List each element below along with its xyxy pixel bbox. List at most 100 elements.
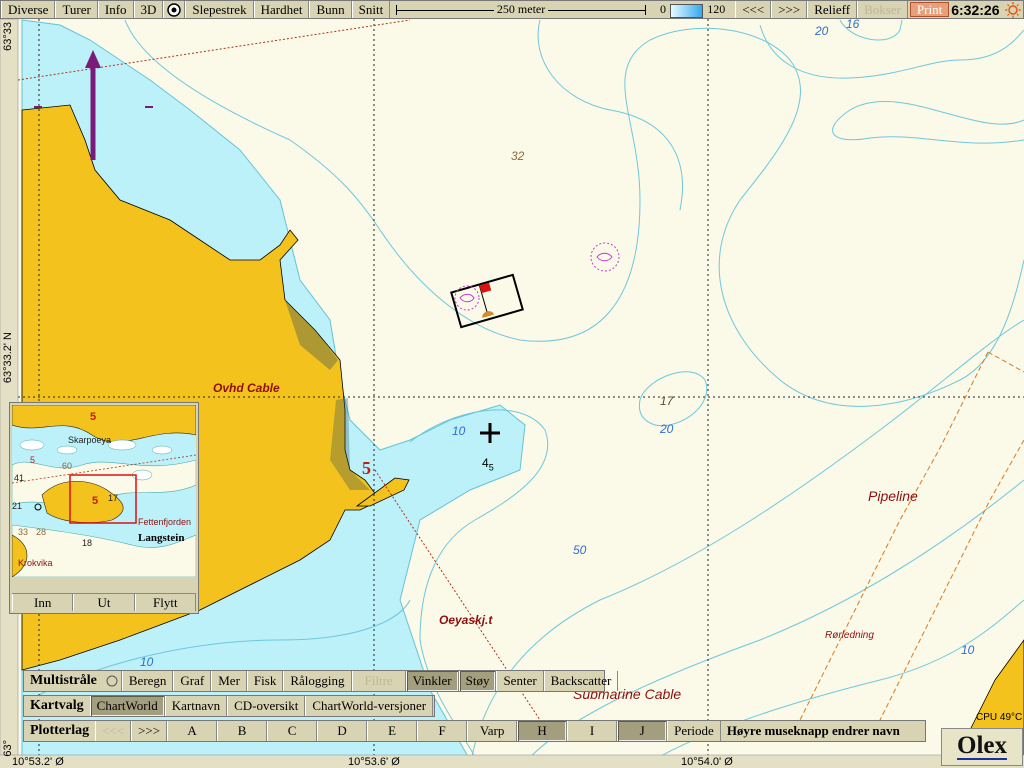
kartvalg-label: Kartvalg — [30, 698, 84, 713]
plotter-next-button[interactable]: >>> — [131, 721, 168, 741]
zoom-in-button[interactable]: Inn — [12, 594, 74, 611]
depth-scale-max: 120 — [707, 2, 726, 16]
chart-map[interactable] — [0, 0, 1024, 768]
depth-label: 17 — [660, 394, 674, 408]
multistraale-toolbar: Multistråle Beregn Graf Mer Fisk Råloggi… — [23, 670, 619, 692]
move-button[interactable]: Flytt — [134, 594, 196, 611]
overview-map-canvas[interactable] — [12, 405, 196, 577]
latitude-mid-label: 63°33.2' N — [2, 332, 14, 384]
inset-depth: 60 — [62, 461, 73, 471]
multistraale-label: Multistråle — [30, 673, 97, 688]
inset-marker-label: 5 — [92, 495, 99, 507]
layer-c-button[interactable]: C — [267, 721, 318, 741]
latitude-bottom-label: 63° — [2, 740, 14, 757]
top-toolbar: Diverse Turer Info 3D Slepestrek Hardhet… — [0, 0, 1024, 19]
multistraale-toggle-icon[interactable] — [103, 671, 122, 691]
3d-button[interactable]: 3D — [133, 1, 164, 18]
plotterlag-label: Plotterlag — [30, 723, 90, 738]
layer-e-button[interactable]: E — [367, 721, 418, 741]
nav-prev-button[interactable]: <<< — [735, 1, 772, 18]
layer-b-button[interactable]: B — [217, 721, 268, 741]
inset-marker-label: 5 — [30, 455, 36, 465]
raalogging-button[interactable]: Rålogging — [283, 671, 352, 691]
turer-button[interactable]: Turer — [55, 1, 98, 18]
sun-icon[interactable] — [1003, 1, 1023, 18]
scale-bar: 250 meter — [390, 1, 652, 18]
inset-depth: 21 — [12, 501, 23, 511]
snitt-button[interactable]: Snitt — [351, 1, 391, 18]
kartnavn-button[interactable]: Kartnavn — [164, 696, 228, 716]
slepestrek-button[interactable]: Slepestrek — [185, 1, 254, 18]
plotter-hint: Høyre museknapp endrer navn — [726, 723, 900, 738]
scale-label: 250 meter — [493, 2, 549, 17]
pipeline-label: Pipeline — [868, 488, 918, 504]
bunn-button[interactable]: Bunn — [309, 1, 352, 18]
plotterlag-toolbar: Plotterlag <<< >>> A B C D E F Varp H I … — [23, 720, 926, 742]
cd-oversikt-button[interactable]: CD-oversikt — [227, 696, 306, 716]
inset-label-langstein: Langstein — [138, 532, 185, 544]
longitude-mid-label: 10°53.6' Ø — [348, 756, 400, 768]
marker-5-label: 5 — [362, 458, 371, 478]
mer-button[interactable]: Mer — [211, 671, 247, 691]
depth-label: 10 — [452, 424, 466, 438]
longitude-left-label: 10°53.2' Ø — [12, 756, 64, 768]
roerledning-label: Rørledning — [825, 630, 874, 641]
relieff-button[interactable]: Relieff — [807, 1, 858, 18]
depth-scale-min: 0 — [659, 2, 666, 16]
layer-f-button[interactable]: F — [417, 721, 468, 741]
depth-label: 10 — [140, 655, 154, 669]
vinkler-button[interactable]: Vinkler — [405, 671, 459, 691]
target-icon[interactable] — [163, 1, 186, 18]
depth-gradient[interactable] — [669, 4, 704, 18]
varp-button[interactable]: Varp — [467, 721, 518, 741]
depth-label: 32 — [511, 149, 525, 163]
fisk-button[interactable]: Fisk — [246, 671, 284, 691]
periode-button[interactable]: Periode — [667, 721, 721, 741]
bokser-button[interactable]: Bokser — [857, 1, 908, 18]
inset-depth: 28 — [36, 527, 47, 537]
layer-j-button[interactable]: J — [617, 721, 668, 741]
backscatter-button[interactable]: Backscatter — [543, 671, 619, 691]
longitude-right-label: 10°54.0' Ø — [681, 756, 733, 768]
diverse-button[interactable]: Diverse — [1, 1, 56, 18]
inset-label-fettenfjorden: Fettenfjorden — [138, 517, 192, 527]
inset-depth: 33 — [18, 527, 29, 537]
filtre-button[interactable]: Filtre — [351, 671, 406, 691]
graf-button[interactable]: Graf — [173, 671, 212, 691]
inset-label-krokvika: Krokvika — [18, 558, 53, 568]
senter-button[interactable]: Senter — [496, 671, 544, 691]
plotter-prev-button[interactable]: <<< — [95, 721, 132, 741]
depth-label: 20 — [660, 422, 674, 436]
latitude-top-label: 63°33 — [2, 22, 14, 51]
layer-d-button[interactable]: D — [317, 721, 368, 741]
inset-depth: 17 — [108, 493, 119, 503]
depth-label: 20 — [815, 24, 829, 38]
kartvalg-toolbar: Kartvalg ChartWorld Kartnavn CD-oversikt… — [23, 695, 435, 717]
zoom-out-button[interactable]: Ut — [73, 594, 135, 611]
depth-label: 50 — [573, 543, 587, 557]
hardhet-button[interactable]: Hardhet — [253, 1, 310, 18]
inset-label-skarpoeya: Skarpoeya — [68, 435, 112, 445]
inset-marker-label: 5 — [90, 411, 97, 423]
depth-label: 10 — [961, 643, 975, 657]
stoey-button[interactable]: Støy — [458, 671, 497, 691]
beregn-button[interactable]: Beregn — [121, 671, 174, 691]
olex-logo: Olex — [941, 728, 1023, 766]
depth-label: 16 — [846, 17, 860, 31]
chartworld-button[interactable]: ChartWorld — [89, 696, 165, 716]
inset-toolbar: Inn Ut Flytt — [12, 593, 196, 611]
info-button[interactable]: Info — [97, 1, 134, 18]
layer-h-button[interactable]: H — [517, 721, 568, 741]
place-name-label: Oeyaskj.t — [439, 613, 493, 627]
inset-depth: 41 — [14, 473, 25, 483]
clock-display: 6:32:26 — [951, 1, 1000, 18]
nav-next-button[interactable]: >>> — [771, 1, 808, 18]
depth-label: 45 — [482, 456, 494, 473]
inset-depth: 18 — [82, 538, 93, 548]
chartworld-versjoner-button[interactable]: ChartWorld-versjoner — [305, 696, 434, 716]
overview-map[interactable]: Skarpoeya Fettenfjorden Langstein Krokvi… — [9, 402, 199, 614]
cpu-temperature: CPU 49°C — [976, 712, 1023, 723]
layer-a-button[interactable]: A — [167, 721, 218, 741]
layer-i-button[interactable]: I — [567, 721, 618, 741]
print-button[interactable]: Print — [909, 2, 950, 17]
